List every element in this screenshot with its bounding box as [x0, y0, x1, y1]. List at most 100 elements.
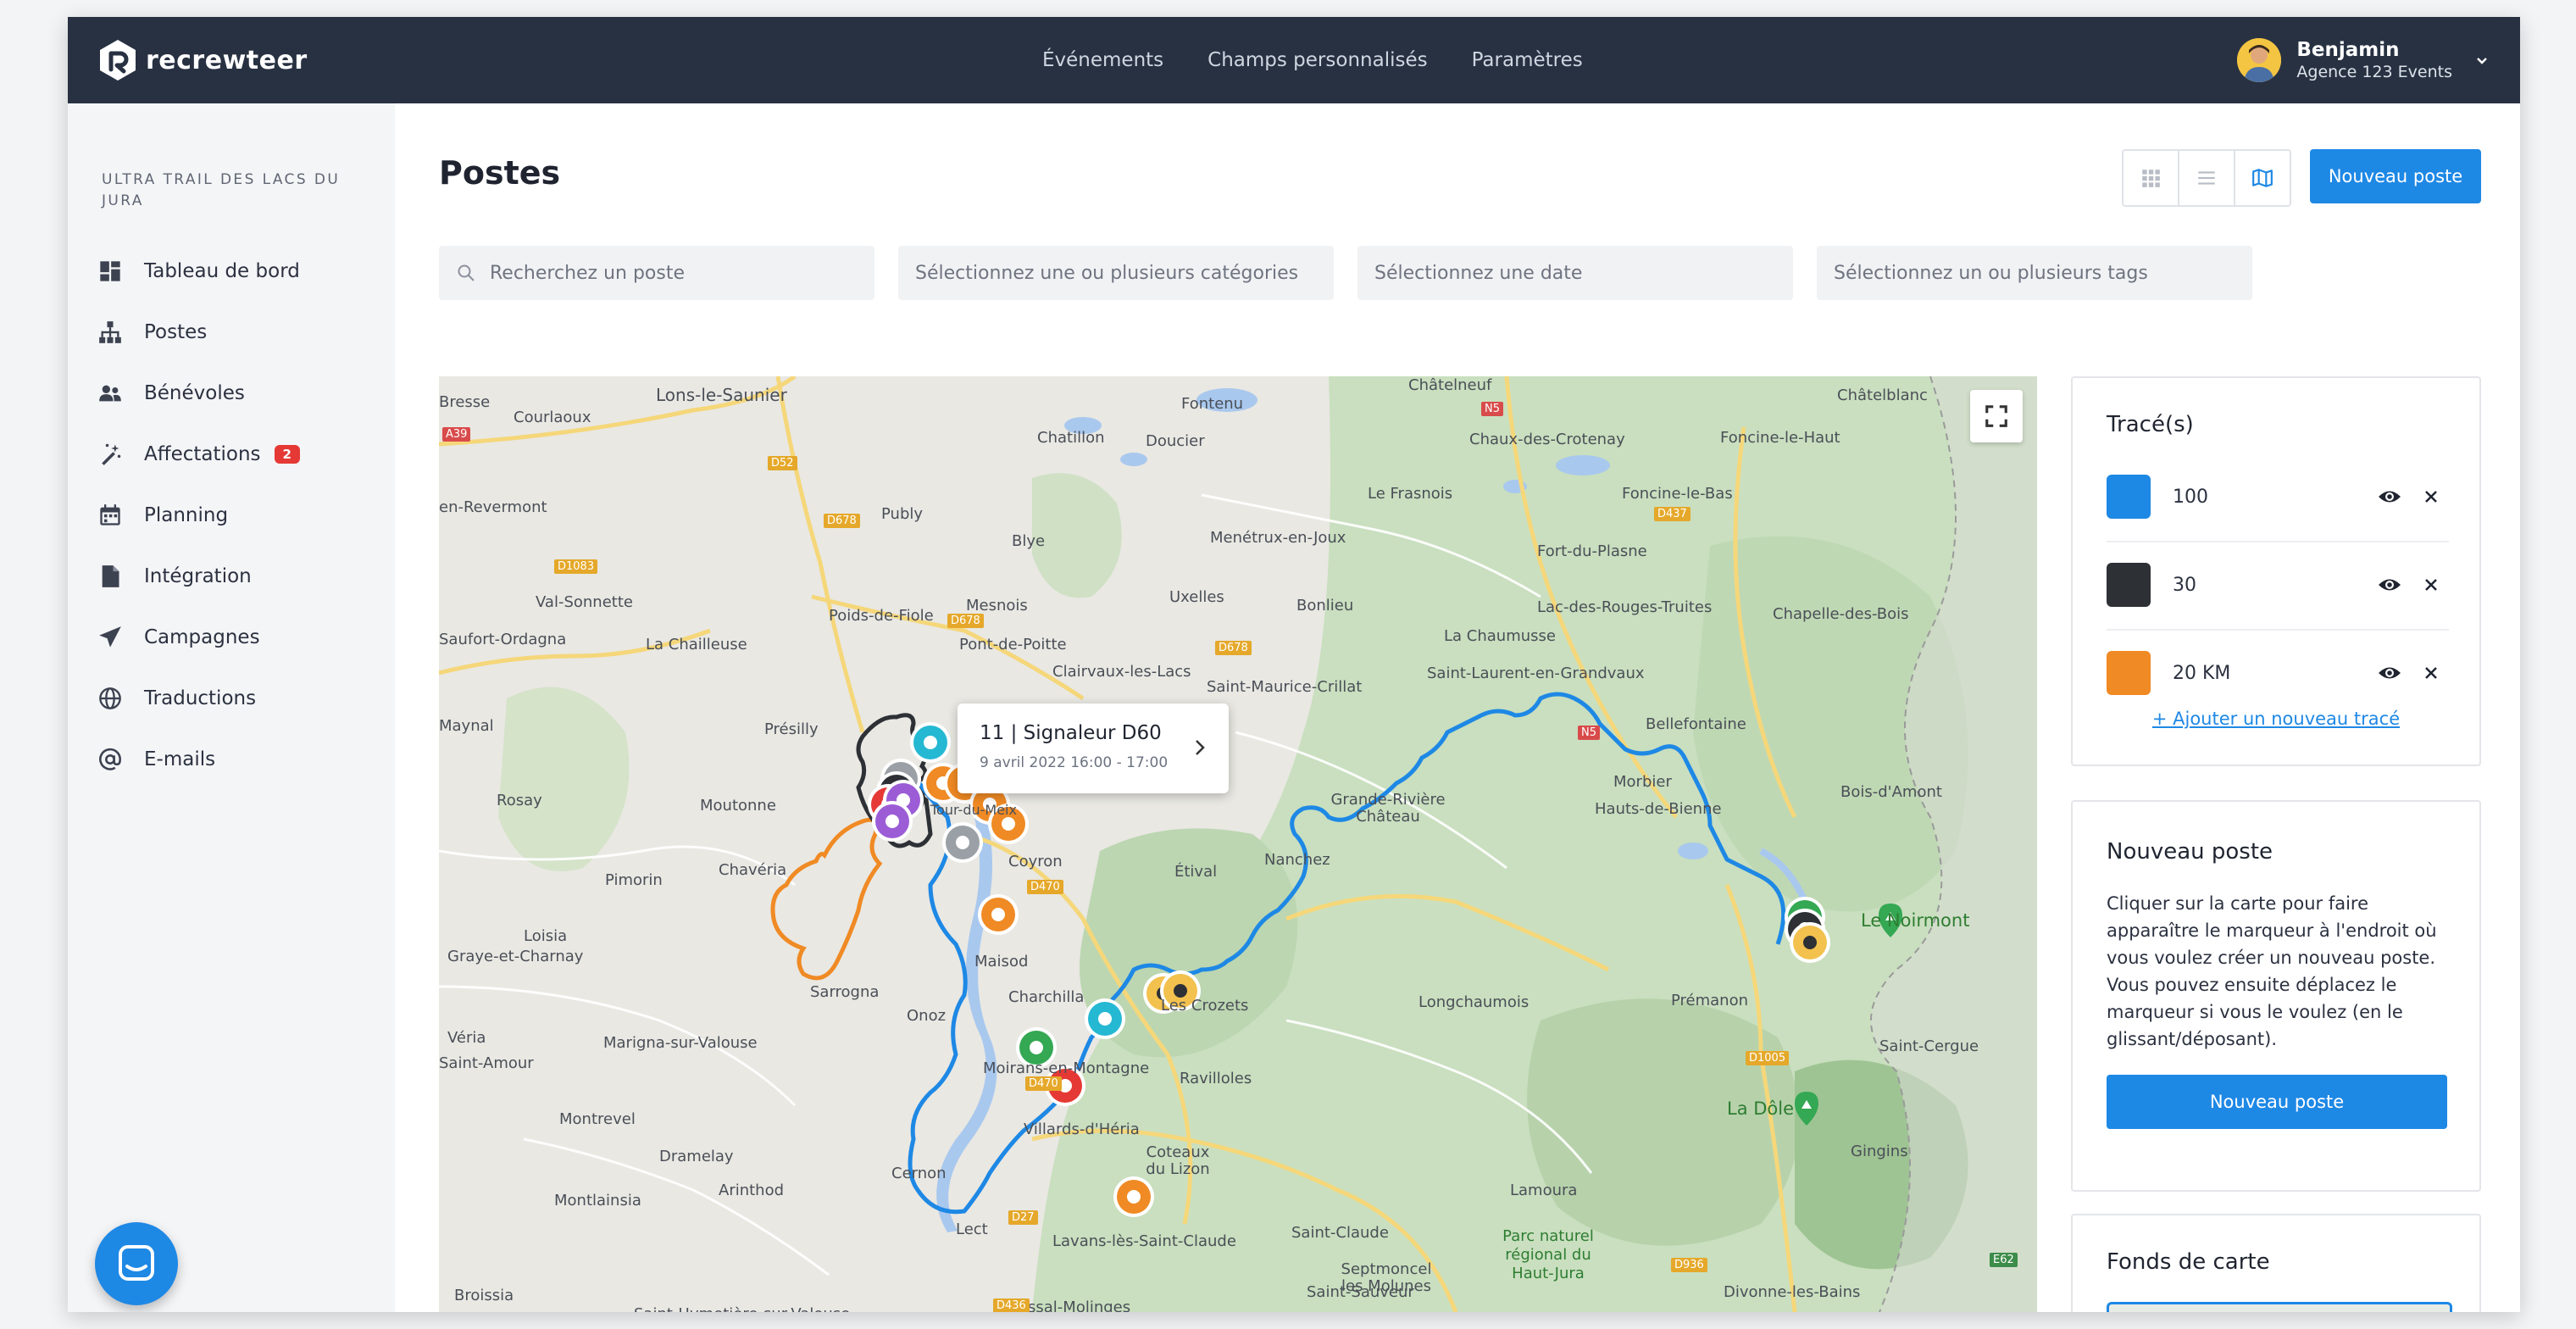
- eye-icon[interactable]: [2378, 576, 2401, 594]
- place-label: Montrevel: [559, 1110, 636, 1128]
- tags-placeholder: Sélectionnez un ou plusieurs tags: [1834, 262, 2148, 284]
- place-label: Chatillon: [1037, 429, 1105, 447]
- road-label: D936: [1671, 1258, 1707, 1272]
- place-label: Charchilla: [1008, 988, 1085, 1006]
- eye-icon[interactable]: [2378, 487, 2401, 506]
- place-label: Foncine-le-Haut: [1720, 429, 1840, 447]
- popup-title: 11 | Signaleur D60: [980, 722, 1162, 744]
- add-trace-link[interactable]: + Ajouter un nouveau tracé: [2073, 709, 2479, 729]
- road-label: E62: [1990, 1253, 2018, 1267]
- map-marker-popup[interactable]: 11 | Signaleur D60 9 avril 2022 16:00 - …: [958, 703, 1229, 793]
- place-label: Hauts-de-Bienne: [1595, 800, 1722, 818]
- sidebar-item-label: Planning: [144, 504, 229, 526]
- place-label: Moutonne: [700, 797, 776, 815]
- sidebar-item-label: Campagnes: [144, 626, 260, 648]
- place-label: Étival: [1174, 863, 1218, 881]
- place-label: Saufort-Ordagna: [439, 631, 567, 648]
- paper-plane-icon: [99, 626, 121, 648]
- close-icon[interactable]: [2422, 487, 2440, 506]
- nav-evenements[interactable]: Événements: [1042, 49, 1163, 71]
- new-post-panel-button[interactable]: Nouveau poste: [2107, 1075, 2447, 1129]
- avatar: [2237, 38, 2282, 82]
- road-label: N5: [1578, 726, 1600, 740]
- traces-title: Tracé(s): [2107, 412, 2194, 437]
- logo[interactable]: recrewteer: [98, 39, 308, 81]
- sidebar-item-campagnes[interactable]: Campagnes: [98, 607, 300, 668]
- place-label: Châtelblanc: [1837, 386, 1928, 404]
- place-label: Bellefontaine: [1646, 715, 1746, 733]
- sidebar-item-integration[interactable]: Intégration: [98, 546, 300, 607]
- sidebar-item-label: Intégration: [144, 565, 252, 587]
- place-label: Bonlieu: [1296, 597, 1354, 614]
- search-field[interactable]: [439, 246, 874, 300]
- place-label: Chavéria: [719, 861, 787, 879]
- grid-view-button[interactable]: [2124, 151, 2179, 205]
- place-label: Cernon: [891, 1165, 947, 1182]
- event-name: ULTRA TRAIL DES LACS DU JURA: [102, 171, 341, 209]
- sidebar-item-affectations[interactable]: Affectations 2: [98, 424, 300, 485]
- tags-select[interactable]: Sélectionnez un ou plusieurs tags: [1817, 246, 2252, 300]
- close-icon[interactable]: [2422, 576, 2440, 594]
- trace-color-swatch[interactable]: [2107, 563, 2151, 607]
- trace-name: 20 KM: [2173, 662, 2231, 684]
- trace-color-swatch[interactable]: [2107, 475, 2151, 519]
- chevron-down-icon[interactable]: [2474, 53, 2490, 68]
- org-chart-icon: [99, 321, 121, 343]
- nav-parametres[interactable]: Paramètres: [1472, 49, 1583, 71]
- nav-champs-personnalises[interactable]: Champs personnalisés: [1208, 49, 1427, 71]
- map-view-button[interactable]: [2235, 151, 2290, 205]
- eye-icon[interactable]: [2378, 664, 2401, 682]
- sidebar-item-e-mails[interactable]: E-mails: [98, 729, 300, 790]
- place-label: Arinthod: [719, 1182, 785, 1199]
- fullscreen-button[interactable]: [1970, 390, 2023, 442]
- place-label: Saint-Sauveur: [1307, 1283, 1414, 1301]
- trace-color-swatch[interactable]: [2107, 651, 2151, 695]
- place-label: Uxelles: [1169, 588, 1224, 606]
- user-menu[interactable]: Benjamin Agence 123 Events: [2237, 36, 2490, 85]
- sidebar-item-postes[interactable]: Postes: [98, 302, 300, 363]
- trace-name: 100: [2173, 486, 2208, 508]
- logo-icon: [100, 40, 136, 81]
- basemap-thumbnail[interactable]: [2107, 1302, 2452, 1312]
- place-label: Saint-Claude: [1291, 1224, 1389, 1242]
- place-label: Saint-Laurent-en-Grandvaux: [1427, 664, 1645, 682]
- basemap-title: Fonds de carte: [2107, 1249, 2270, 1275]
- view-switcher: [2122, 149, 2291, 207]
- place-label: Sarrogna: [810, 983, 880, 1001]
- sidebar-item-benevoles[interactable]: Bénévoles: [98, 363, 300, 424]
- place-label: Dramelay: [659, 1148, 734, 1165]
- map-view-icon: [2252, 169, 2273, 187]
- trace-row: 30: [2107, 541, 2449, 631]
- place-label: Bresse: [439, 393, 491, 411]
- place-label: Saint-Amour: [439, 1054, 534, 1072]
- traces-panel: Tracé(s) 100 30 20 KM + Ajouter un nouve…: [2071, 376, 2481, 766]
- people-icon: [99, 385, 121, 402]
- place-label: Morbier: [1613, 773, 1672, 791]
- map[interactable]: Lons-le-Saunier Fontenu Courlaoux Chatil…: [439, 376, 2037, 1312]
- sidebar-item-label: Tableau de bord: [144, 260, 300, 282]
- search-input[interactable]: [488, 261, 858, 285]
- globe-icon: [99, 687, 121, 709]
- categories-select[interactable]: Sélectionnez une ou plusieurs catégories: [898, 246, 1334, 300]
- place-label: Poids-de-Fiole: [829, 607, 934, 625]
- place-label: Gingins: [1851, 1143, 1908, 1160]
- sidebar-item-traductions[interactable]: Traductions: [98, 668, 300, 729]
- sidebar-item-planning[interactable]: Planning: [98, 485, 300, 546]
- chevron-right-icon[interactable]: [1191, 736, 1208, 759]
- new-post-button[interactable]: Nouveau poste: [2310, 149, 2481, 203]
- road-label: D436: [993, 1298, 1030, 1312]
- place-label: Fontenu: [1181, 395, 1244, 413]
- trace-row: 20 KM: [2107, 629, 2449, 717]
- road-label: N5: [1481, 402, 1503, 416]
- place-label: Loisia: [524, 927, 568, 945]
- top-bar: recrewteer Événements Champs personnalis…: [68, 17, 2520, 103]
- road-label: D470: [1027, 880, 1063, 894]
- chat-button[interactable]: [95, 1222, 178, 1305]
- place-label: Parc naturel régional du Haut-Jura: [1502, 1227, 1594, 1282]
- close-icon[interactable]: [2422, 664, 2440, 682]
- sidebar-item-label: Postes: [144, 321, 208, 343]
- place-label: Mesnois: [966, 597, 1028, 614]
- list-view-button[interactable]: [2179, 151, 2235, 205]
- date-select[interactable]: Sélectionnez une date: [1357, 246, 1793, 300]
- sidebar-item-tableau-de-bord[interactable]: Tableau de bord: [98, 241, 300, 302]
